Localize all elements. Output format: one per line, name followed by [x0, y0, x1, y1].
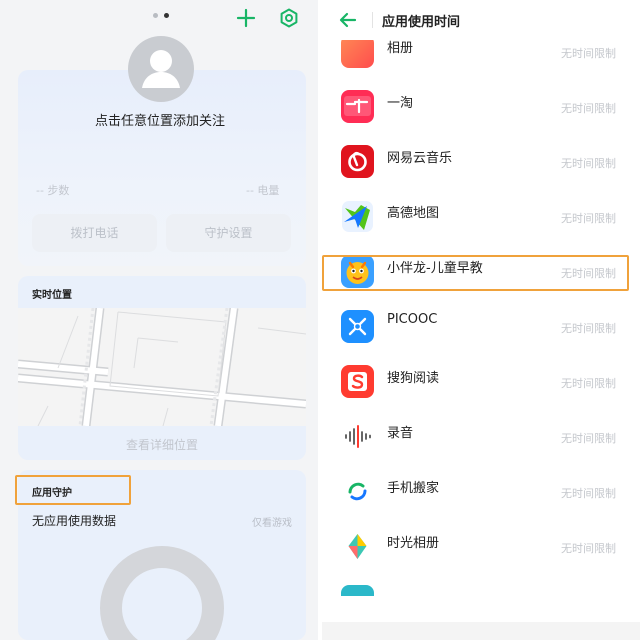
app-limit[interactable]: 无时间限制 [561, 320, 616, 336]
settings-icon[interactable] [277, 6, 301, 30]
app-row-picooc[interactable]: PICOOC 无时间限制 [322, 300, 640, 355]
page-dot [153, 13, 158, 18]
page-dot-active [164, 13, 169, 18]
map-view[interactable] [18, 308, 306, 426]
bottom-bar [322, 622, 640, 640]
guard-settings-button[interactable]: 守护设置 [166, 214, 291, 252]
app-row-netease-music[interactable]: 网易云音乐 无时间限制 [322, 135, 640, 190]
recorder-icon [341, 420, 374, 453]
xiaobanlong-highlight-box [322, 255, 629, 291]
avatar[interactable] [128, 36, 194, 102]
app-limit[interactable]: 无时间限制 [561, 375, 616, 391]
view-location-detail-link[interactable]: 查看详细位置 [18, 436, 306, 453]
page-indicator [153, 13, 169, 18]
back-arrow-icon[interactable] [338, 10, 358, 30]
plus-icon[interactable] [234, 6, 258, 30]
app-row-phone-clone[interactable]: 手机搬家 无时间限制 [322, 465, 640, 520]
app-limit[interactable]: 无时间限制 [561, 430, 616, 446]
title-divider [372, 12, 373, 28]
netease-music-icon [341, 145, 374, 178]
steps-stat: -- 步数 [36, 184, 70, 197]
app-name: PICOOC [387, 312, 438, 327]
app-row-sogou-reader[interactable]: 搜狗阅读 无时间限制 [322, 355, 640, 410]
app-row-recorder[interactable]: 录音 无时间限制 [322, 410, 640, 465]
app-name: 高德地图 [387, 206, 440, 221]
app-name: 录音 [387, 426, 414, 441]
family-guard-home-panel: 点击任意位置添加关注 -- 步数 -- 电量 拨打电话 守护设置 实时位置 查看… [0, 0, 318, 640]
location-card[interactable]: 实时位置 查看详细位置 [18, 276, 306, 460]
usage-donut-chart [100, 546, 224, 640]
app-usage-time-panel: 相册 无时间限制 一淘 无时间限制 网易云音乐 无时间限制 高德地图 无时间限制 [322, 0, 640, 640]
app-row-amap[interactable]: 高德地图 无时间限制 [322, 190, 640, 245]
app-row-time-album[interactable]: 时光相册 无时间限制 [322, 520, 640, 575]
battery-stat: -- 电量 [246, 184, 280, 197]
app-limit[interactable]: 无时间限制 [561, 540, 616, 556]
call-button[interactable]: 拨打电话 [32, 214, 157, 252]
app-name: 时光相册 [387, 536, 440, 551]
app-limit[interactable]: 无时间限制 [561, 100, 616, 116]
time-album-icon [341, 530, 374, 563]
app-limit[interactable]: 无时间限制 [561, 155, 616, 171]
app-limit[interactable]: 无时间限制 [561, 45, 616, 61]
top-bar: 应用使用时间 [322, 0, 640, 40]
app-limit[interactable]: 无时间限制 [561, 210, 616, 226]
only-games-filter[interactable]: 仅看游戏 [252, 514, 292, 529]
person-icon [142, 50, 180, 88]
location-title: 实时位置 [32, 290, 72, 301]
phone-clone-icon [341, 475, 374, 508]
app-name: 搜狗阅读 [387, 371, 440, 386]
picooc-icon [341, 310, 374, 343]
app-list[interactable]: 相册 无时间限制 一淘 无时间限制 网易云音乐 无时间限制 高德地图 无时间限制 [322, 0, 640, 640]
app-limit[interactable]: 无时间限制 [561, 485, 616, 501]
yitao-icon [341, 90, 374, 123]
app-name: 网易云音乐 [387, 151, 453, 166]
page-title: 应用使用时间 [382, 15, 461, 30]
app-guard-highlight-box [15, 475, 131, 505]
no-usage-data-text: 无应用使用数据 [32, 514, 117, 528]
app-row-yitao[interactable]: 一淘 无时间限制 [322, 80, 640, 135]
app-name: 一淘 [387, 96, 414, 111]
add-follow-hint[interactable]: 点击任意位置添加关注 [0, 110, 318, 129]
sogou-reader-icon [341, 365, 374, 398]
amap-icon [341, 200, 374, 233]
app-name: 手机搬家 [387, 481, 440, 496]
